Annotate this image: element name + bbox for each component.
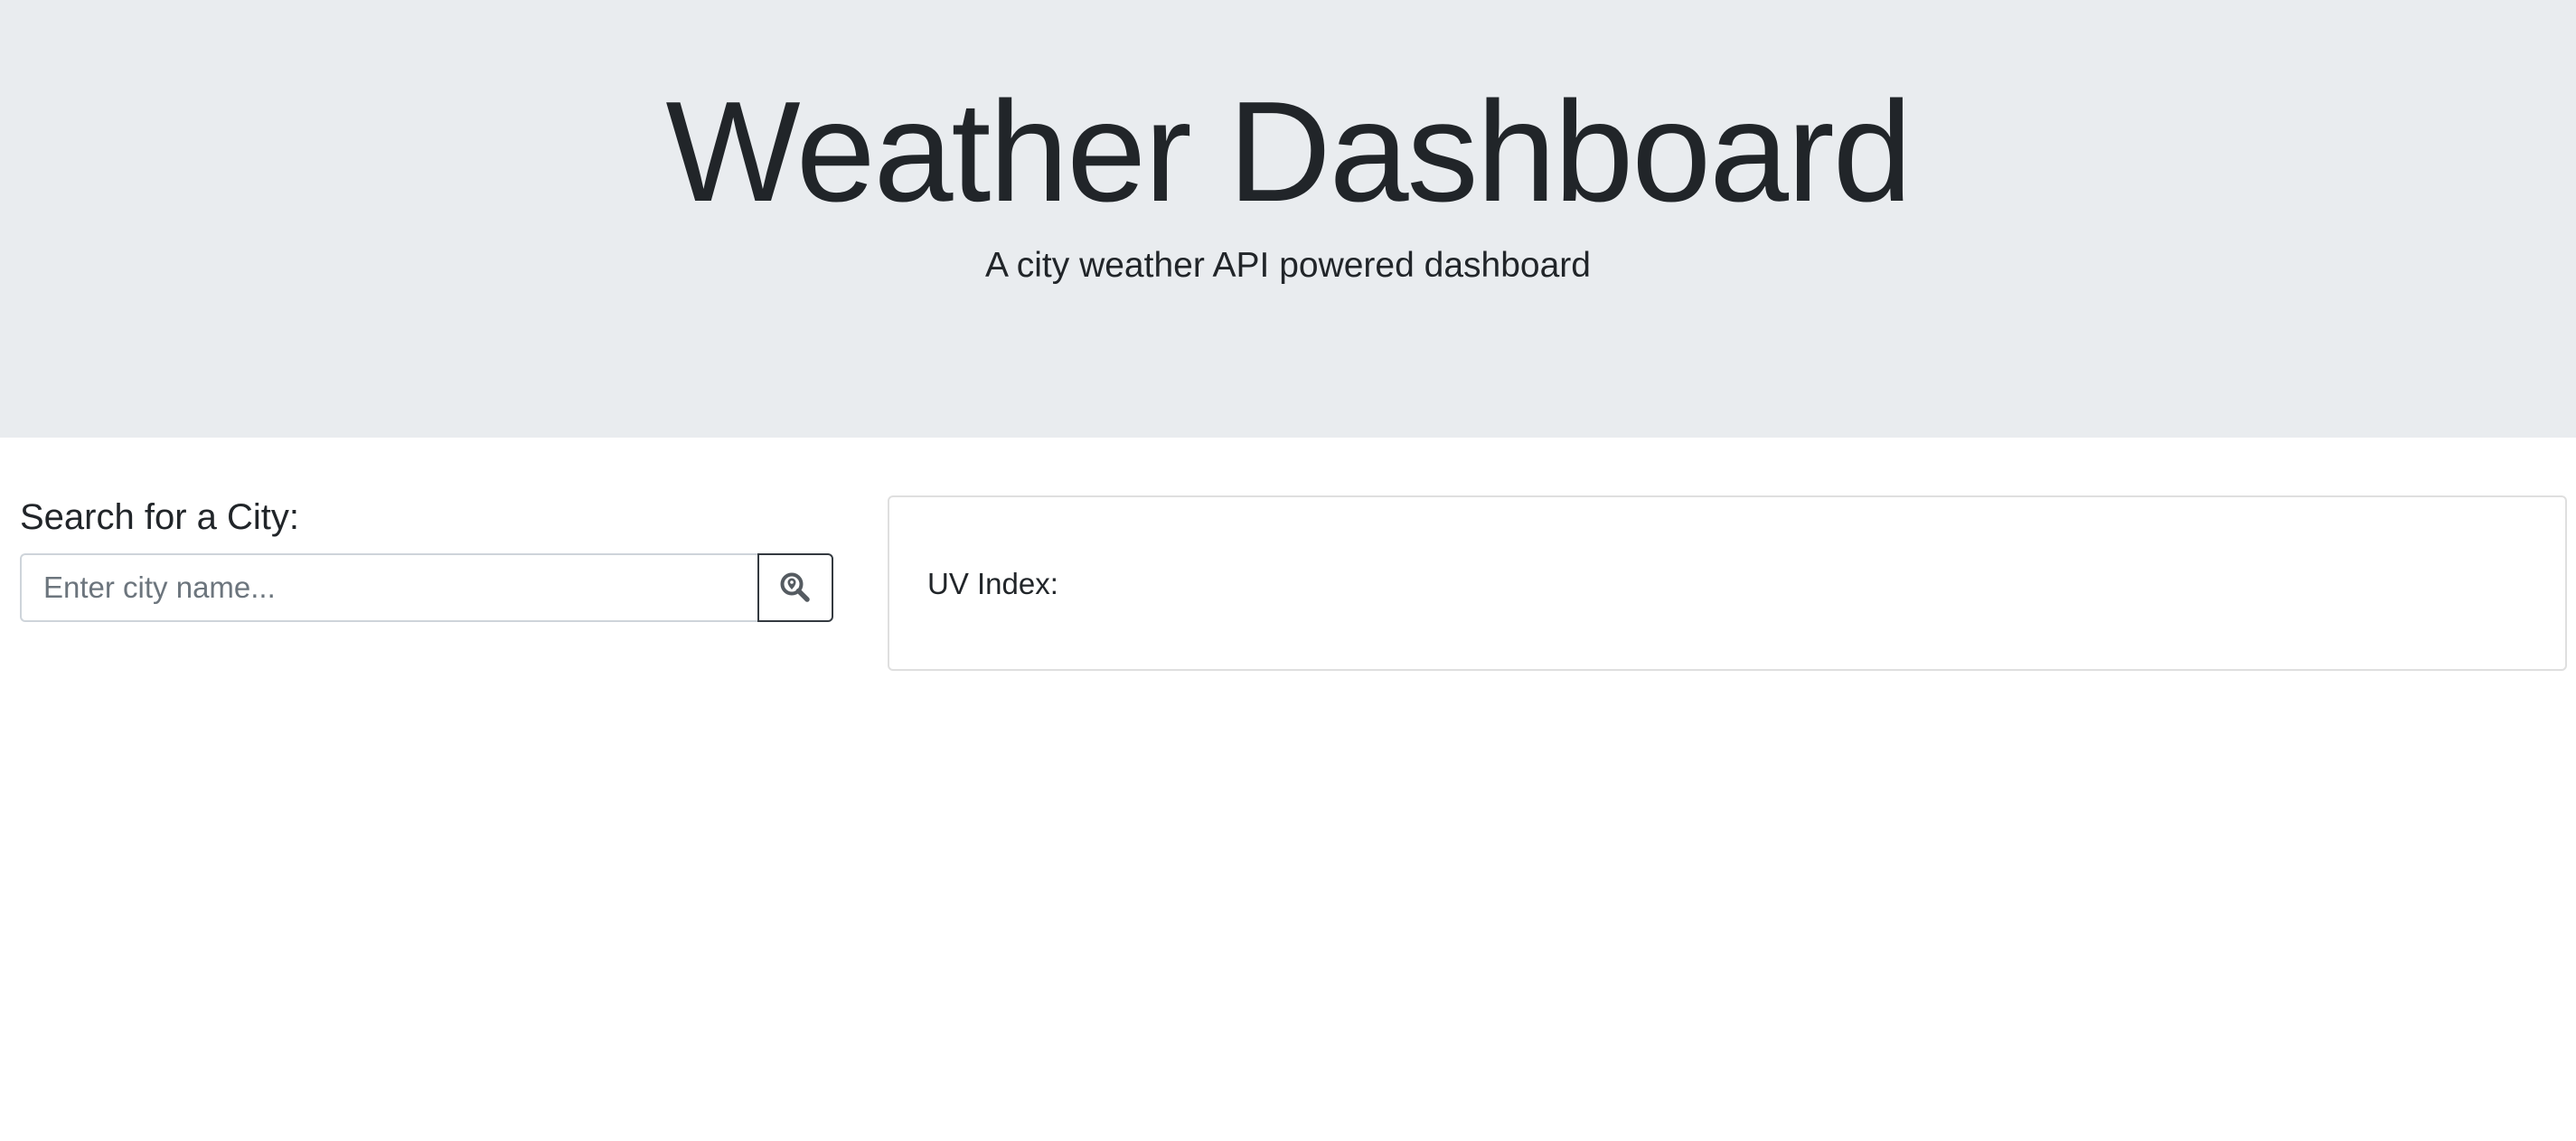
search-heading: Search for a City: xyxy=(20,497,300,537)
page-title: Weather Dashboard xyxy=(665,72,1912,231)
uv-index-label: UV Index: xyxy=(927,567,1058,600)
city-search-input[interactable] xyxy=(20,553,757,622)
search-form xyxy=(20,553,833,622)
search-location-icon xyxy=(779,571,812,604)
header-jumbotron: Weather Dashboard A city weather API pow… xyxy=(0,0,2576,438)
search-button[interactable] xyxy=(757,553,833,622)
current-weather-card: UV Index: xyxy=(888,495,2567,671)
page-subtitle: A city weather API powered dashboard xyxy=(985,246,1591,285)
